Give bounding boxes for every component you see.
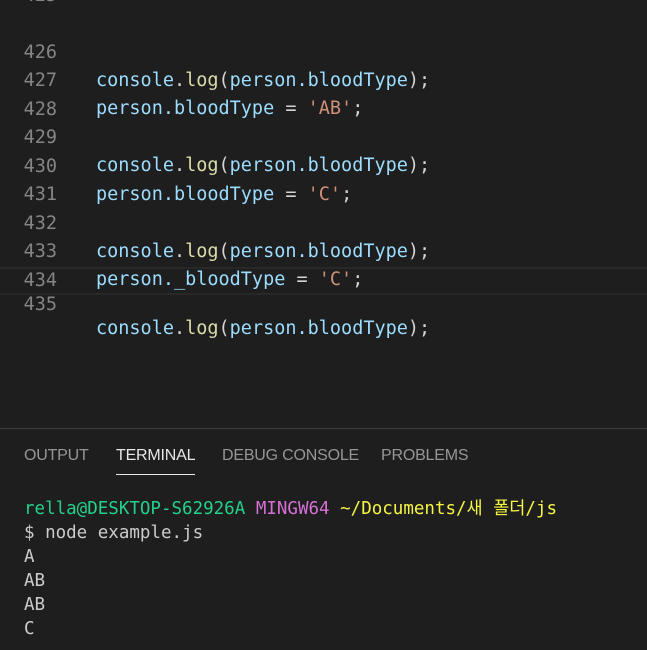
terminal-prompt-line: rella@DESKTOP-S62926A MINGW64 ~/Document… [24,497,644,521]
punctuation: ); [407,318,431,339]
code-line[interactable]: 428 [0,68,647,120]
punctuation: . [173,318,186,339]
terminal-path: ~/Documents/새 폴더/js [340,499,557,519]
bottom-panel: OUTPUT TERMINAL DEBUG CONSOLE PROBLEMS r… [0,428,647,650]
line-number: 425 [0,0,57,5]
tab-problems[interactable]: PROBLEMS [381,447,469,465]
function-name: log [185,318,219,339]
code-line[interactable]: 430 person.bloodType = 'C'; [0,125,647,205]
code-line[interactable]: 431 [0,153,647,205]
line-number: 435 [23,294,57,315]
identifier: console [96,318,174,339]
terminal-command: node example.js [45,523,204,543]
tab-output[interactable]: OUTPUT [24,447,89,465]
code-line[interactable]: 433 person._bloodType = 'C'; [0,210,647,290]
terminal-output-line: AB [24,595,46,615]
current-code-line[interactable]: 435 console.log(person.bloodType); [0,267,647,339]
terminal-prompt-symbol: $ [24,523,46,543]
tab-terminal[interactable]: TERMINAL [116,447,196,475]
code-line[interactable]: 429 console.log(person.bloodType); [0,96,647,176]
terminal-system: MINGW64 [255,499,330,519]
code-line[interactable]: 434 [0,239,647,291]
panel-tabs: OUTPUT TERMINAL DEBUG CONSOLE PROBLEMS [0,429,647,481]
code-editor[interactable]: 425 426 console.log(person.bloodType); 4… [0,0,647,428]
identifier: person.bloodType [229,318,408,339]
code-line[interactable]: 427 person.bloodType = 'AB'; [0,39,647,119]
terminal-user-host: rella@DESKTOP-S62926A [24,499,246,519]
code-line[interactable]: 426 console.log(person.bloodType); [0,11,647,91]
terminal-output[interactable]: rella@DESKTOP-S62926A MINGW64 ~/Document… [24,497,644,641]
terminal-output-line: AB [24,571,46,591]
code-line[interactable]: 432 console.log(person.bloodType); [0,182,647,262]
punctuation: ( [218,318,230,339]
terminal-command-line: $ node example.js [24,521,644,545]
tab-debug-console[interactable]: DEBUG CONSOLE [222,447,359,465]
terminal-output-line: C [24,619,35,639]
terminal-output-line: A [24,547,35,567]
